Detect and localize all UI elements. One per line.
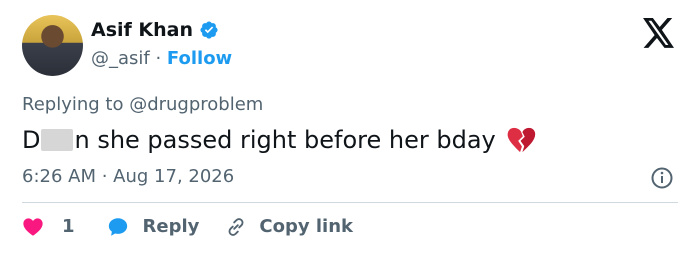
- heart-icon: [23, 218, 43, 236]
- tweet-meta: 6:26 AM · Aug 17, 2026: [22, 165, 234, 189]
- reply-label: Reply: [142, 216, 200, 237]
- censor-blur: [41, 129, 74, 151]
- broken-heart-icon: [507, 127, 535, 153]
- author-name[interactable]: Asif Khan: [91, 18, 193, 42]
- reply-bubble-icon: [108, 218, 127, 236]
- link-icon: [228, 218, 244, 236]
- divider: [22, 202, 678, 203]
- tweet-date[interactable]: Aug 17, 2026: [113, 166, 234, 187]
- action-bar: 1 Reply Copy link: [22, 215, 353, 239]
- info-icon[interactable]: [650, 166, 674, 190]
- handle-row: @_asif · Follow: [91, 47, 232, 71]
- avatar[interactable]: [22, 15, 83, 76]
- like-count: 1: [62, 216, 75, 237]
- tweet-text-end: n she passed right before her bday: [74, 126, 496, 154]
- verified-badge-icon: [200, 21, 218, 39]
- author-name-row: Asif Khan: [91, 18, 219, 42]
- like-button[interactable]: 1: [22, 215, 75, 239]
- tweet-text: Dn she passed right before her bday: [22, 124, 536, 156]
- replying-to: Replying to @drugproblem: [22, 94, 264, 115]
- follow-button[interactable]: Follow: [167, 48, 232, 69]
- copy-link-label: Copy link: [259, 216, 353, 237]
- tweet-text-start: D: [22, 126, 41, 154]
- copy-link-button[interactable]: Copy link: [225, 215, 353, 239]
- x-logo-icon[interactable]: [642, 18, 676, 48]
- reply-button[interactable]: Reply: [107, 215, 200, 239]
- author-handle[interactable]: @_asif: [91, 48, 150, 69]
- tweet-time[interactable]: 6:26 AM: [22, 166, 96, 187]
- meta-separator: ·: [96, 166, 114, 187]
- handle-separator: ·: [149, 48, 167, 69]
